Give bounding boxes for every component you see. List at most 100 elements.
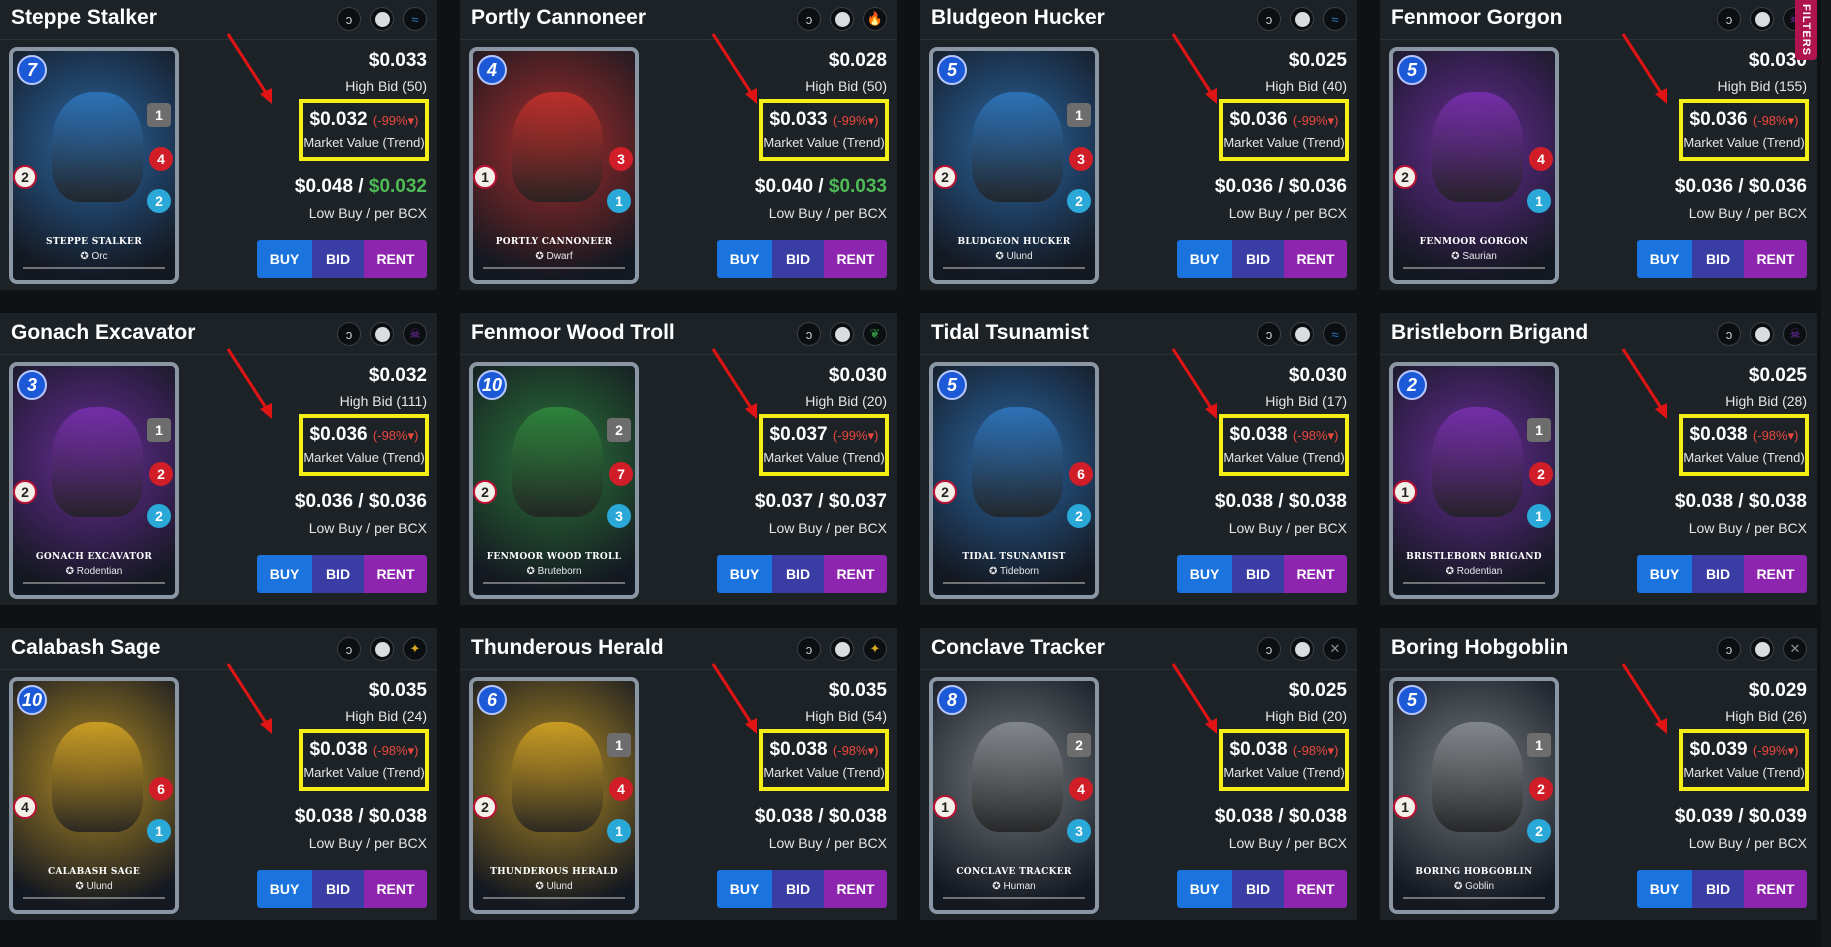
bid-button[interactable]: BID bbox=[1692, 870, 1744, 908]
action-buttons: BUY BID RENT bbox=[257, 555, 427, 593]
card-title[interactable]: Bristleborn Brigand bbox=[1391, 321, 1588, 345]
card-header: Fenmoor Wood Troll ↄ ❦ bbox=[460, 313, 897, 355]
bid-button[interactable]: BID bbox=[772, 555, 824, 593]
rent-button[interactable]: RENT bbox=[824, 240, 887, 278]
card-image[interactable]: 6 2 1 4 1 THUNDEROUS HERALD ✪ Ulund bbox=[469, 677, 639, 914]
bid-button[interactable]: BID bbox=[1692, 555, 1744, 593]
rent-button[interactable]: RENT bbox=[364, 555, 427, 593]
buy-button[interactable]: BUY bbox=[1177, 555, 1232, 593]
buy-button[interactable]: BUY bbox=[257, 870, 312, 908]
card-header: Bludgeon Hucker ↄ ≈ bbox=[920, 0, 1357, 40]
rent-button[interactable]: RENT bbox=[1284, 870, 1347, 908]
health-stat: 2 bbox=[1529, 462, 1553, 486]
rent-button[interactable]: RENT bbox=[364, 240, 427, 278]
card-listing: Steppe Stalker ↄ ≈ 7 2 1 4 2 STEPPE STAL… bbox=[0, 0, 437, 290]
low-buy-label: Low Buy / per BCX bbox=[1688, 205, 1807, 221]
mana-cost: 10 bbox=[17, 685, 47, 715]
trend-percent: (-98% bbox=[1752, 428, 1788, 443]
high-bid: High Bid (20) bbox=[805, 393, 887, 409]
filters-tab[interactable]: FILTERS bbox=[1795, 0, 1817, 60]
card-race: ✪ Ulund bbox=[535, 881, 573, 892]
bid-button[interactable]: BID bbox=[1232, 240, 1284, 278]
rent-button[interactable]: RENT bbox=[1284, 555, 1347, 593]
card-race: ✪ Rodentian bbox=[65, 566, 123, 577]
rent-button[interactable]: RENT bbox=[1744, 240, 1807, 278]
rent-button[interactable]: RENT bbox=[1744, 870, 1807, 908]
attack-stat: 1 bbox=[1393, 480, 1417, 504]
bid-button[interactable]: BID bbox=[772, 240, 824, 278]
buy-button[interactable]: BUY bbox=[257, 240, 312, 278]
mana-cost: 6 bbox=[477, 685, 507, 715]
market-value: $0.038 bbox=[309, 739, 368, 760]
rarity-icon bbox=[1290, 322, 1314, 346]
trend-percent: (-99% bbox=[832, 428, 868, 443]
bid-button[interactable]: BID bbox=[772, 870, 824, 908]
card-title[interactable]: Tidal Tsunamist bbox=[931, 321, 1089, 345]
card-figure bbox=[1431, 92, 1523, 203]
card-image[interactable]: 5 2 6 2 TIDAL TSUNAMIST ✪ Tideborn bbox=[929, 362, 1099, 599]
card-race: ✪ Tideborn bbox=[988, 566, 1040, 577]
last-price: $0.030 bbox=[1288, 365, 1347, 386]
card-image[interactable]: 4 1 3 1 PORTLY CANNONEER ✪ Dwarf bbox=[469, 47, 639, 284]
card-title[interactable]: Portly Cannoneer bbox=[471, 6, 646, 30]
card-image[interactable]: 5 2 4 1 FENMOOR GORGON ✪ Saurian bbox=[1389, 47, 1559, 284]
trend-down-icon: ▾ bbox=[1787, 428, 1795, 443]
trend-down-icon: ▾ bbox=[407, 428, 415, 443]
buy-button[interactable]: BUY bbox=[717, 240, 772, 278]
armor-stat: 1 bbox=[1067, 103, 1091, 127]
armor-stat: 1 bbox=[607, 733, 631, 757]
card-image[interactable]: 3 2 1 2 2 GONACH EXCAVATOR ✪ Rodentian bbox=[9, 362, 179, 599]
buy-button[interactable]: BUY bbox=[1177, 240, 1232, 278]
card-title[interactable]: Conclave Tracker bbox=[931, 636, 1105, 660]
bid-button[interactable]: BID bbox=[1692, 240, 1744, 278]
buy-button[interactable]: BUY bbox=[717, 870, 772, 908]
card-title[interactable]: Fenmoor Wood Troll bbox=[471, 321, 675, 345]
rent-button[interactable]: RENT bbox=[824, 870, 887, 908]
low-buy-price: $0.038 / $0.038 bbox=[1674, 491, 1807, 512]
low-buy-label: Low Buy / per BCX bbox=[768, 205, 887, 221]
buy-button[interactable]: BUY bbox=[257, 555, 312, 593]
bid-button[interactable]: BID bbox=[312, 240, 364, 278]
last-price: $0.025 bbox=[1748, 365, 1807, 386]
bid-button[interactable]: BID bbox=[1232, 555, 1284, 593]
card-listing: Fenmoor Gorgon ↄ ☠ 5 2 4 1 FENMOOR GORGO… bbox=[1380, 0, 1817, 290]
card-title[interactable]: Boring Hobgoblin bbox=[1391, 636, 1568, 660]
card-listing: Thunderous Herald ↄ ✦ 6 2 1 4 1 THUNDERO… bbox=[460, 628, 897, 920]
rent-button[interactable]: RENT bbox=[1744, 555, 1807, 593]
bid-button[interactable]: BID bbox=[1232, 870, 1284, 908]
armor-stat: 1 bbox=[147, 103, 171, 127]
scrollbar[interactable] bbox=[1821, 0, 1831, 947]
buy-button[interactable]: BUY bbox=[717, 555, 772, 593]
low-buy-price: $0.039 / $0.039 bbox=[1674, 806, 1807, 827]
race-label: Bruteborn bbox=[537, 566, 582, 577]
card-image[interactable]: 10 2 2 7 3 FENMOOR WOOD TROLL ✪ Brutebor… bbox=[469, 362, 639, 599]
rent-button[interactable]: RENT bbox=[824, 555, 887, 593]
speed-stat: 1 bbox=[1527, 189, 1551, 213]
card-title[interactable]: Thunderous Herald bbox=[471, 636, 664, 660]
card-image[interactable]: 7 2 1 4 2 STEPPE STALKER ✪ Orc bbox=[9, 47, 179, 284]
card-image[interactable]: 8 1 2 4 3 CONCLAVE TRACKER ✪ Human bbox=[929, 677, 1099, 914]
card-title[interactable]: Fenmoor Gorgon bbox=[1391, 6, 1563, 30]
market-value: $0.036 bbox=[1689, 109, 1748, 130]
bid-button[interactable]: BID bbox=[312, 555, 364, 593]
card-image[interactable]: 5 2 1 3 2 BLUDGEON HUCKER ✪ Ulund bbox=[929, 47, 1099, 284]
race-label: Dwarf bbox=[546, 251, 573, 262]
card-title[interactable]: Gonach Excavator bbox=[11, 321, 195, 345]
level-bar bbox=[943, 897, 1085, 899]
buy-button[interactable]: BUY bbox=[1637, 240, 1692, 278]
bid-button[interactable]: BID bbox=[312, 870, 364, 908]
buy-button[interactable]: BUY bbox=[1637, 870, 1692, 908]
market-value-label: Market Value (Trend) bbox=[763, 450, 885, 465]
market-value: $0.038 bbox=[769, 739, 828, 760]
rent-button[interactable]: RENT bbox=[364, 870, 427, 908]
card-image[interactable]: 10 4 6 1 CALABASH SAGE ✪ Ulund bbox=[9, 677, 179, 914]
card-title[interactable]: Calabash Sage bbox=[11, 636, 160, 660]
card-image[interactable]: 2 1 1 2 1 BRISTLEBORN BRIGAND ✪ Rodentia… bbox=[1389, 362, 1559, 599]
rent-button[interactable]: RENT bbox=[1284, 240, 1347, 278]
buy-button[interactable]: BUY bbox=[1637, 555, 1692, 593]
card-image[interactable]: 5 1 1 2 2 BORING HOBGOBLIN ✪ Goblin bbox=[1389, 677, 1559, 914]
card-title[interactable]: Steppe Stalker bbox=[11, 6, 157, 30]
card-title[interactable]: Bludgeon Hucker bbox=[931, 6, 1105, 30]
last-price: $0.029 bbox=[1748, 680, 1807, 701]
buy-button[interactable]: BUY bbox=[1177, 870, 1232, 908]
